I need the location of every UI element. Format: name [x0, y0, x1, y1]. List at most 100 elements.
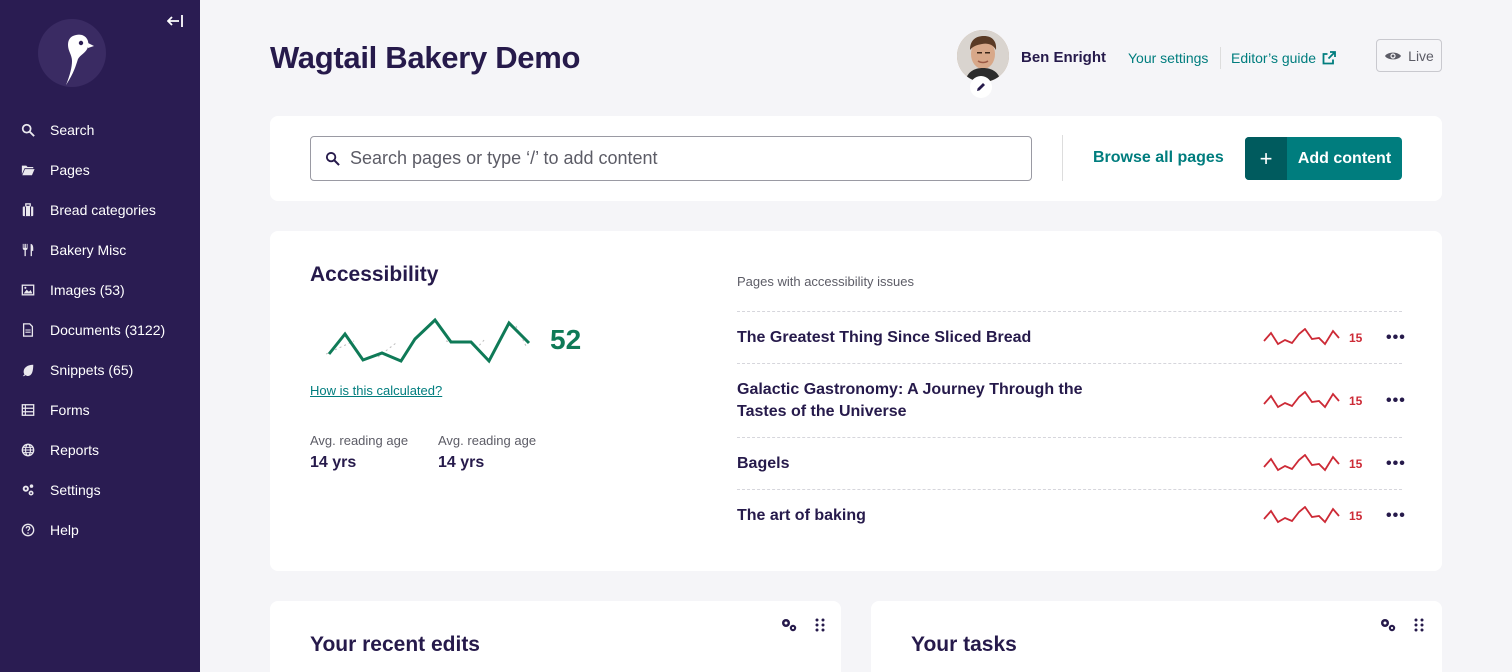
snippet-icon [20, 362, 36, 378]
sidebar-item-forms[interactable]: Forms [0, 390, 200, 430]
sidebar-item-label: Help [50, 522, 79, 538]
add-content-button[interactable]: + Add content [1245, 137, 1402, 180]
more-options-icon[interactable]: ••• [1386, 329, 1406, 347]
issue-page-title[interactable]: Galactic Gastronomy: A Journey Through t… [737, 379, 1097, 423]
plus-icon: + [1245, 137, 1287, 180]
external-link-icon [1322, 51, 1336, 65]
help-icon [20, 522, 36, 538]
issue-page-title[interactable]: The Greatest Thing Since Sliced Bread [737, 327, 1097, 349]
eye-icon [1385, 52, 1402, 59]
editors-guide-link[interactable]: Editor’s guide [1231, 50, 1336, 66]
accessibility-score: 52 [550, 324, 582, 355]
sidebar-item-documents[interactable]: Documents (3122) [0, 310, 200, 350]
doc-icon [20, 322, 36, 338]
sidebar-item-bakery-misc[interactable]: Bakery Misc [0, 230, 200, 270]
list-item: The Greatest Thing Since Sliced Bread 15… [737, 312, 1405, 364]
sidebar-item-label: Search [50, 122, 95, 138]
cogs-icon[interactable] [1379, 617, 1397, 636]
accessibility-sparkline [326, 317, 531, 364]
search-box [310, 136, 1032, 181]
folder-open-icon [20, 162, 36, 178]
more-options-icon[interactable]: ••• [1386, 455, 1406, 473]
cogs-icon [20, 482, 36, 498]
tasks-title: Your tasks [911, 633, 1017, 656]
sidebar-item-label: Settings [50, 482, 101, 498]
browse-all-pages-link[interactable]: Browse all pages [1093, 149, 1224, 167]
collapse-left-icon[interactable] [164, 12, 188, 36]
sidebar-item-label: Documents (3122) [50, 322, 166, 338]
sidebar-item-search[interactable]: Search [0, 110, 200, 150]
sidebar-item-label: Bakery Misc [50, 242, 127, 258]
add-content-label: Add content [1297, 149, 1392, 167]
recent-edits-title: Your recent edits [310, 633, 480, 656]
issue-page-title[interactable]: The art of baking [737, 505, 1097, 527]
stat-label: Avg. reading age [438, 433, 537, 448]
issue-count: 15 [1349, 330, 1363, 345]
list-item: The art of baking 15 ••• [737, 490, 1405, 542]
tasks-panel: Your tasks [871, 601, 1442, 672]
live-button[interactable]: Live [1376, 39, 1442, 72]
image-icon [20, 282, 36, 298]
issue-count: 15 [1349, 456, 1363, 471]
search-panel-divider [1062, 135, 1063, 181]
user-name: Ben Enright [1021, 49, 1106, 66]
issue-count: 15 [1349, 393, 1363, 408]
editors-guide-label: Editor’s guide [1231, 50, 1317, 66]
issue-sparkline [1263, 453, 1340, 471]
accessibility-title: Accessibility [310, 263, 439, 286]
page-title: Wagtail Bakery Demo [270, 40, 581, 75]
drag-handle-icon[interactable] [1414, 617, 1424, 636]
wagtail-logo-icon[interactable] [38, 19, 106, 87]
search-icon [325, 151, 340, 166]
issues-list: The Greatest Thing Since Sliced Bread 15… [737, 311, 1405, 542]
cogs-icon[interactable] [780, 617, 798, 636]
globe-icon [20, 442, 36, 458]
issue-sparkline [1263, 390, 1340, 408]
how-calculated-link[interactable]: How is this calculated? [310, 383, 442, 398]
search-icon [20, 122, 36, 138]
list-item: Galactic Gastronomy: A Journey Through t… [737, 364, 1405, 438]
sidebar-item-label: Bread categories [50, 202, 156, 218]
stat-value: 14 yrs [438, 454, 485, 471]
edit-avatar-button[interactable] [970, 76, 992, 98]
issues-heading: Pages with accessibility issues [737, 274, 915, 289]
suitcase-icon [20, 202, 36, 218]
live-label: Live [1408, 47, 1434, 64]
sidebar-item-pages[interactable]: Pages [0, 150, 200, 190]
search-input[interactable] [350, 148, 1010, 169]
search-panel: Browse all pages + Add content [270, 116, 1442, 201]
pencil-icon [977, 83, 985, 91]
reading-age-stat: Avg. reading age 14 yrs [438, 433, 536, 472]
sidebar-item-label: Snippets (65) [50, 362, 134, 378]
your-settings-link[interactable]: Your settings [1128, 50, 1208, 66]
reading-age-stat: Avg. reading age 14 yrs [310, 433, 408, 472]
issue-page-title[interactable]: Bagels [737, 453, 1097, 475]
stat-value: 14 yrs [310, 454, 357, 471]
accessibility-panel: Accessibility 52 How is this calculated?… [270, 231, 1442, 571]
recent-edits-panel: Your recent edits [270, 601, 841, 672]
issue-count: 15 [1349, 509, 1363, 523]
more-options-icon[interactable]: ••• [1386, 392, 1406, 410]
header-divider [1220, 47, 1221, 69]
drag-handle-icon[interactable] [815, 617, 825, 636]
sidebar-item-images[interactable]: Images (53) [0, 270, 200, 310]
issue-sparkline [1263, 327, 1340, 345]
sidebar: Search Pages Bread categories Bakery Mis… [0, 0, 200, 672]
sidebar-item-label: Reports [50, 442, 100, 458]
sidebar-item-reports[interactable]: Reports [0, 430, 200, 470]
avatar[interactable] [957, 30, 1009, 82]
sidebar-item-bread-categories[interactable]: Bread categories [0, 190, 200, 230]
issue-sparkline [1263, 506, 1340, 524]
stat-label: Avg. reading age [310, 433, 409, 448]
sidebar-item-snippets[interactable]: Snippets (65) [0, 350, 200, 390]
sidebar-nav: Search Pages Bread categories Bakery Mis… [0, 110, 200, 550]
list-item: Bagels 15 ••• [737, 438, 1405, 490]
sidebar-item-settings[interactable]: Settings [0, 470, 200, 510]
utensils-icon [20, 242, 36, 258]
sidebar-item-label: Forms [50, 402, 90, 418]
sidebar-item-help[interactable]: Help [0, 510, 200, 550]
sidebar-item-label: Pages [50, 162, 90, 178]
sidebar-item-label: Images (53) [50, 282, 125, 298]
list-icon [20, 402, 36, 418]
more-options-icon[interactable]: ••• [1386, 507, 1406, 525]
